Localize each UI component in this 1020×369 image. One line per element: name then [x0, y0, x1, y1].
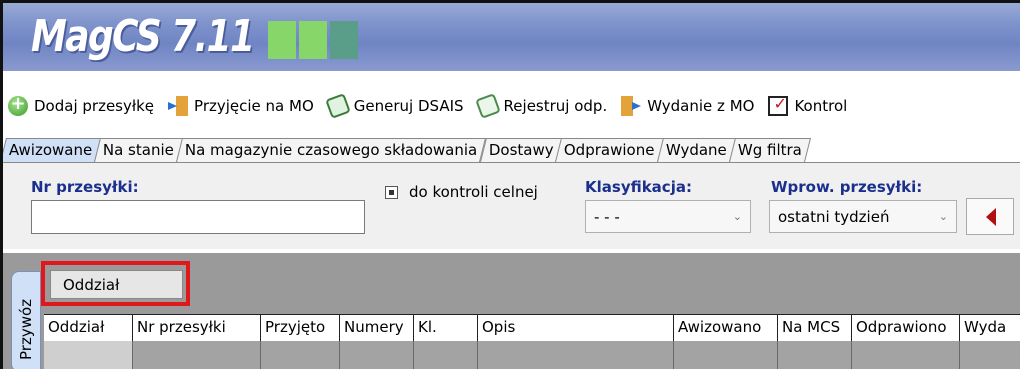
- toolbar: Dodaj przesyłkę Przyjęcie na MO Generuj …: [3, 89, 1020, 123]
- tab-label: Na stanie: [103, 141, 175, 159]
- control-button[interactable]: Kontrol: [768, 94, 848, 116]
- receive-to-mo-button[interactable]: Przyjęcie na MO: [168, 96, 314, 116]
- table-cell: [414, 341, 478, 369]
- release-from-mo-label: Wydanie z MO: [647, 97, 755, 115]
- add-shipment-label: Dodaj przesyłkę: [34, 97, 155, 115]
- classification-value: - - -: [594, 208, 620, 226]
- generate-dsais-button[interactable]: Generuj DSAIS: [324, 93, 464, 119]
- add-circle-icon: [8, 93, 28, 116]
- control-label: Kontrol: [794, 97, 848, 115]
- register-response-icon: [474, 93, 501, 119]
- tab-awizowane[interactable]: Awizowane: [3, 138, 102, 162]
- logo-block-3: [330, 21, 358, 59]
- tab-na-stanie[interactable]: Na stanie: [94, 138, 184, 162]
- column-header-odprawiono[interactable]: Odprawiono: [852, 315, 960, 342]
- tab-dostawy[interactable]: Dostawy: [479, 138, 563, 162]
- column-header-oddzial[interactable]: Oddział: [44, 315, 133, 342]
- customs-control-checkbox[interactable]: [385, 186, 398, 199]
- grid-header-row: Oddział Nr przesyłki Przyjęto Numery Kl.…: [44, 314, 1020, 342]
- tab-wydane[interactable]: Wydane: [657, 138, 736, 162]
- table-cell: [44, 341, 133, 369]
- app-banner: MagCS 7.11: [3, 3, 1020, 71]
- release-from-mo-button[interactable]: Wydanie z MO: [621, 96, 754, 116]
- filter-panel: Nr przesyłki: do kontroli celnej Klasyfi…: [3, 163, 1020, 249]
- chevron-down-icon: ⌄: [938, 210, 948, 223]
- table-cell: [674, 341, 778, 369]
- shipment-entry-select[interactable]: ostatni tydzień ⌄: [769, 200, 957, 233]
- generate-document-icon: [324, 93, 351, 119]
- classification-select[interactable]: - - - ⌄: [585, 200, 751, 233]
- tab-bar: Awizowane Na stanie Na magazynie czasowe…: [3, 137, 1020, 163]
- column-header-nr-przesylki[interactable]: Nr przesyłki: [133, 315, 261, 342]
- generate-dsais-label: Generuj DSAIS: [353, 97, 464, 115]
- register-response-label: Rejestruj odp.: [503, 97, 608, 115]
- tab-label: Dostawy: [488, 141, 554, 159]
- table-cell: [340, 341, 414, 369]
- logo-block-2: [299, 21, 327, 59]
- column-header-wydane[interactable]: Wyda: [960, 315, 1020, 342]
- tab-odprawione[interactable]: Odprawione: [555, 138, 665, 162]
- table-cell: [778, 341, 852, 369]
- table-cell: [852, 341, 960, 369]
- table-row[interactable]: [44, 341, 1020, 369]
- inbound-package-icon: [168, 96, 189, 116]
- shipment-number-label: Nr przesyłki:: [31, 178, 139, 196]
- app-window: MagCS 7.11 Dodaj przesyłkę Przyjęcie na …: [0, 0, 1020, 369]
- tab-label: Na magazynie czasowego składowania: [185, 141, 478, 159]
- tab-label: Wg filtra: [737, 141, 802, 159]
- side-tab-label: Przywóz: [17, 298, 35, 360]
- table-cell: [261, 341, 340, 369]
- chevron-down-icon: ⌄: [732, 210, 742, 223]
- shipment-entry-label: Wprow. przesyłki:: [771, 178, 923, 196]
- banner-logo-blocks: [268, 21, 358, 59]
- app-title: MagCS 7.11: [31, 11, 255, 62]
- table-cell: [960, 341, 1020, 369]
- collapse-panel-button[interactable]: [966, 198, 1014, 235]
- tab-wg-filtra[interactable]: Wg filtra: [728, 138, 811, 162]
- tab-na-magazynie[interactable]: Na magazynie czasowego składowania: [176, 138, 487, 162]
- outbound-package-icon: [621, 96, 642, 116]
- add-shipment-button[interactable]: Dodaj przesyłkę: [8, 93, 155, 116]
- tab-label: Wydane: [665, 141, 727, 159]
- shipment-number-input[interactable]: [31, 200, 365, 234]
- column-header-numery[interactable]: Numery: [340, 315, 414, 342]
- receive-to-mo-label: Przyjęcie na MO: [194, 97, 314, 115]
- tab-label: Awizowane: [8, 141, 93, 159]
- logo-block-1: [268, 21, 296, 59]
- column-header-na-mcs[interactable]: Na MCS: [778, 315, 852, 342]
- column-header-przyjeto[interactable]: Przyjęto: [261, 315, 340, 342]
- tab-label: Odprawione: [564, 141, 655, 159]
- column-header-opis[interactable]: Opis: [478, 315, 674, 342]
- table-cell: [133, 341, 261, 369]
- classification-label: Klasyfikacja:: [585, 178, 692, 196]
- register-response-button[interactable]: Rejestruj odp.: [474, 93, 608, 119]
- group-by-oddzial-button[interactable]: Oddział: [50, 270, 183, 299]
- column-header-kl[interactable]: Kl.: [414, 315, 478, 342]
- shipment-entry-value: ostatni tydzień: [778, 208, 890, 226]
- customs-control-label: do kontroli celnej: [409, 183, 538, 201]
- control-book-icon: [768, 94, 789, 116]
- data-grid: Przywóz Oddział Oddział Nr przesyłki Prz…: [3, 253, 1020, 369]
- column-header-awizowano[interactable]: Awizowano: [674, 315, 778, 342]
- table-cell: [478, 341, 674, 369]
- side-tab-przywoz[interactable]: Przywóz: [11, 271, 41, 369]
